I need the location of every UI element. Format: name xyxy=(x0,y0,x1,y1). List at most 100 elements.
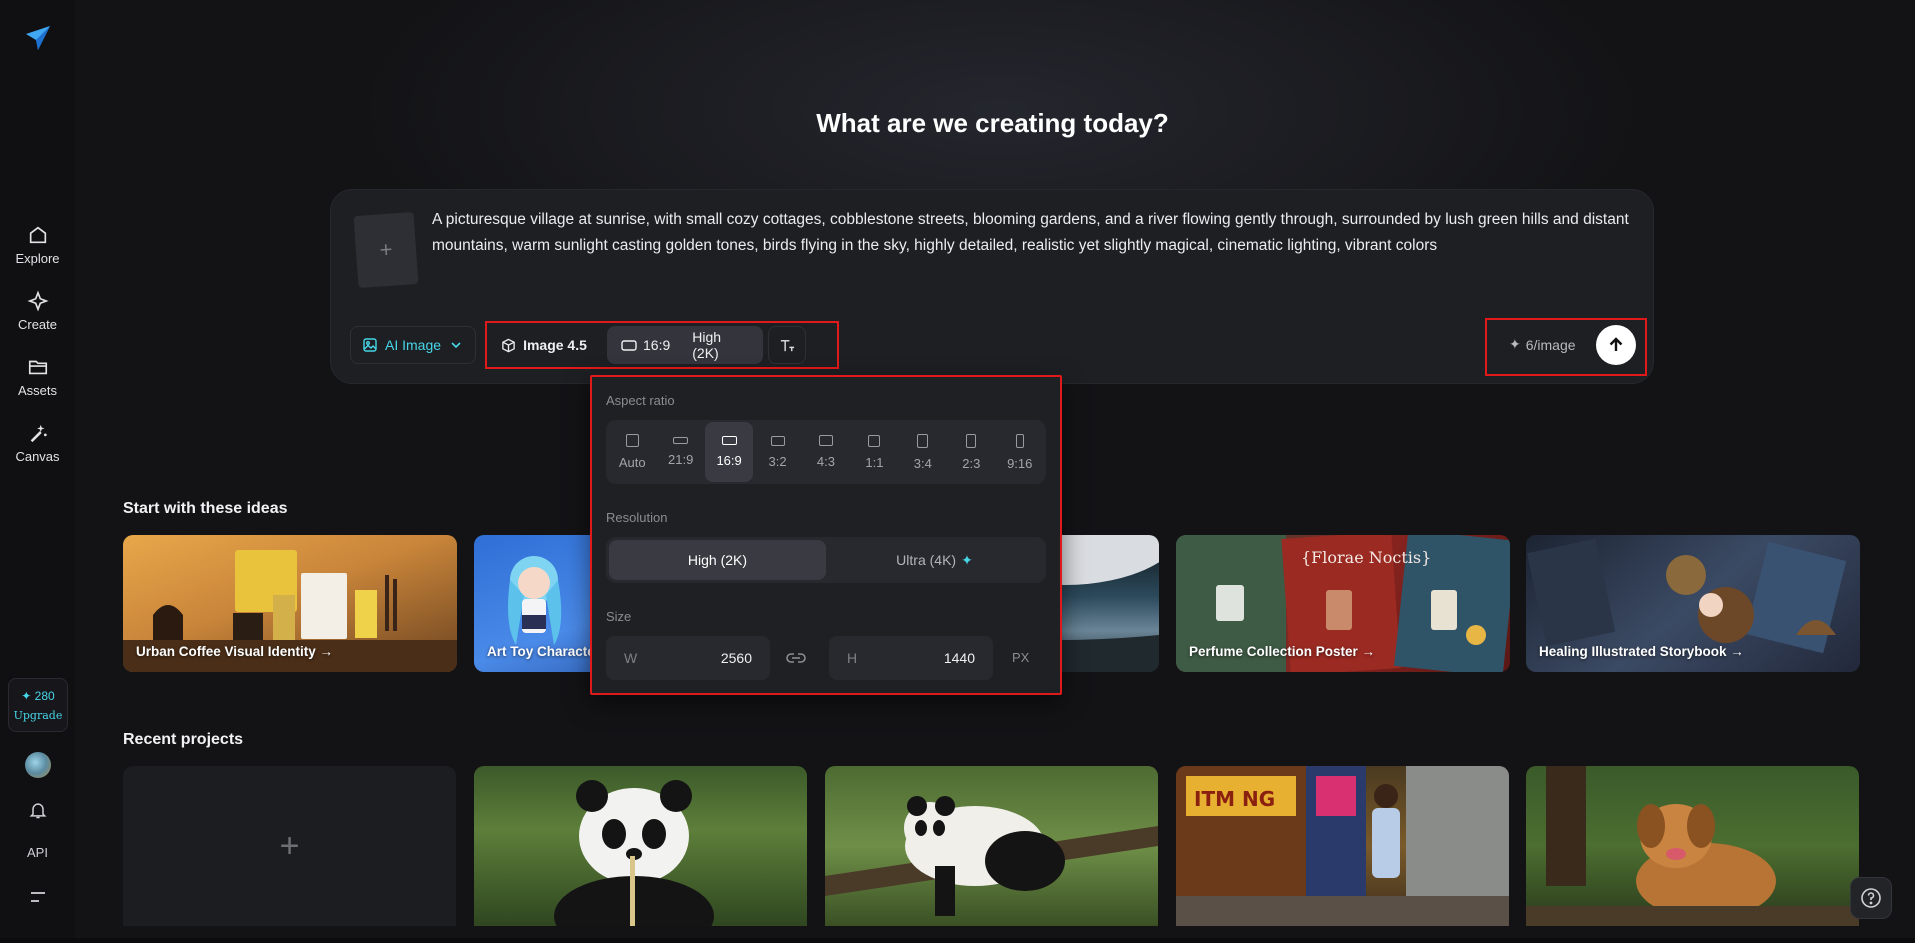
credits-count: ✦ 280 xyxy=(21,688,55,703)
menu-icon[interactable] xyxy=(28,888,48,906)
resolution-options: High (2K) Ultra (4K) ✦ xyxy=(606,537,1046,583)
arrow-up-icon xyxy=(1609,337,1623,351)
ratio-option-3-4[interactable]: 3:4 xyxy=(899,422,947,482)
ratio-icon xyxy=(621,339,637,351)
idea-card-storybook[interactable]: Healing Illustrated Storybook → xyxy=(1526,535,1860,672)
question-icon xyxy=(1861,888,1881,908)
magic-wand-icon xyxy=(30,424,47,443)
ratio-option-3-2[interactable]: 3:2 xyxy=(753,422,801,482)
height-value: 1440 xyxy=(943,650,975,666)
logo-icon[interactable] xyxy=(24,24,52,52)
plus-icon: + xyxy=(279,826,300,865)
city-street-image: ITM NG xyxy=(1176,766,1509,926)
help-button[interactable] xyxy=(1850,877,1892,919)
generate-button[interactable] xyxy=(1596,325,1636,365)
text-style-button[interactable] xyxy=(768,326,806,364)
link-icon[interactable] xyxy=(785,649,807,667)
sidebar-item-assets[interactable]: Assets xyxy=(0,344,75,410)
ratio-3-4-icon xyxy=(917,433,929,448)
sidebar-item-canvas[interactable]: Canvas xyxy=(0,410,75,476)
chevron-down-icon xyxy=(451,342,461,349)
ratio-indicator: 16:9 xyxy=(621,337,670,353)
prompt-input[interactable]: A picturesque village at sunrise, with s… xyxy=(432,207,1632,259)
credits-upgrade-box[interactable]: ✦ 280 Upgrade xyxy=(8,678,68,732)
model-selector[interactable]: Image 4.5 xyxy=(487,326,601,364)
mode-label: AI Image xyxy=(384,337,442,353)
ratio-option-4-3[interactable]: 4:3 xyxy=(802,422,850,482)
idea-card-label: Perfume Collection Poster → xyxy=(1189,644,1376,659)
upgrade-link[interactable]: Upgrade xyxy=(14,709,63,722)
text-size-icon xyxy=(780,339,794,351)
panda-on-branch-image xyxy=(825,796,1158,916)
resolution-indicator: High (2K) xyxy=(692,329,722,361)
ratio-resolution-popover: Aspect ratio Auto 21:9 16:9 3:2 4:3 1:1 … xyxy=(590,375,1062,695)
size-title: Size xyxy=(606,609,632,624)
mode-dropdown[interactable]: AI Image xyxy=(350,326,476,364)
ideas-section-title: Start with these ideas xyxy=(123,500,288,517)
ratio-option-1-1[interactable]: 1:1 xyxy=(850,422,898,482)
sparkle-icon: ✦ xyxy=(1509,336,1521,352)
recent-section-title: Recent projects xyxy=(123,731,244,748)
avatar[interactable] xyxy=(25,752,51,778)
aspect-ratio-options: Auto 21:9 16:9 3:2 4:3 1:1 3:4 2:3 9:16 xyxy=(606,420,1046,484)
width-field[interactable]: W 2560 xyxy=(606,636,770,680)
project-card[interactable]: ITM NG xyxy=(1176,766,1509,926)
ratio-21-9-icon xyxy=(673,437,689,444)
cost-per-image: ✦ 6/image xyxy=(1509,336,1576,353)
ratio-option-2-3[interactable]: 2:3 xyxy=(947,422,995,482)
dog-image xyxy=(1526,766,1859,926)
resolution-option-ultra[interactable]: Ultra (4K) ✦ xyxy=(826,540,1043,580)
sparkle-icon: ✦ xyxy=(961,551,973,568)
idea-card-perfume[interactable]: {Florae Noctis} Perfume Collection Poste… xyxy=(1176,535,1510,672)
svg-text:{Florae Noctis}: {Florae Noctis} xyxy=(1301,548,1431,567)
ratio-2-3-icon xyxy=(966,433,977,448)
idea-card-label: Healing Illustrated Storybook → xyxy=(1539,644,1744,659)
home-icon xyxy=(29,226,46,244)
bottom-bar xyxy=(0,938,1915,943)
ratio-1-1-icon xyxy=(868,434,881,447)
unit-label: PX xyxy=(1012,650,1030,665)
model-label: Image 4.5 xyxy=(523,337,587,353)
cube-icon xyxy=(502,338,515,352)
project-card[interactable] xyxy=(474,766,807,926)
sidebar-item-label: Canvas xyxy=(15,449,60,464)
height-label: H xyxy=(847,650,858,666)
idea-card-label: Urban Coffee Visual Identity → xyxy=(136,644,334,659)
width-value: 2560 xyxy=(720,650,752,666)
plus-icon: + xyxy=(378,236,394,263)
ratio-option-9-16[interactable]: 9:16 xyxy=(996,422,1044,482)
ratio-3-2-icon xyxy=(770,435,785,446)
auto-ratio-icon xyxy=(625,434,639,447)
idea-card-coffee[interactable]: Urban Coffee Visual Identity → xyxy=(123,535,457,672)
upload-image-button[interactable]: + xyxy=(353,211,419,289)
sidebar-item-explore[interactable]: Explore xyxy=(0,212,75,278)
idea-card-label: Art Toy Characte xyxy=(487,644,595,659)
sparkle-icon xyxy=(26,290,49,312)
sidebar-item-label: Assets xyxy=(17,383,57,398)
sidebar-nav: Explore Create Assets Canvas xyxy=(0,212,75,476)
ratio-option-auto[interactable]: Auto xyxy=(608,422,656,482)
page-title: What are we creating today? xyxy=(816,108,1169,138)
project-card[interactable] xyxy=(1526,766,1859,926)
sidebar-item-create[interactable]: Create xyxy=(0,278,75,344)
ratio-9-16-icon xyxy=(1015,433,1024,448)
project-card[interactable] xyxy=(825,766,1158,926)
folder-icon xyxy=(28,360,47,375)
resolution-option-high[interactable]: High (2K) xyxy=(609,540,826,580)
prompt-card: + A picturesque village at sunrise, with… xyxy=(330,189,1654,384)
new-project-card[interactable]: + xyxy=(123,766,456,926)
resolution-title: Resolution xyxy=(606,510,668,525)
sidebar: Explore Create Assets Canvas ✦ 280 Upgra… xyxy=(0,0,75,943)
aspect-ratio-title: Aspect ratio xyxy=(606,393,675,408)
ratio-option-16-9[interactable]: 16:9 xyxy=(704,422,754,482)
api-link[interactable]: API xyxy=(0,845,75,860)
ratio-16-9-icon xyxy=(721,436,737,445)
panda-image xyxy=(554,780,714,926)
image-icon xyxy=(363,338,377,352)
width-label: W xyxy=(624,650,638,666)
ratio-option-21-9[interactable]: 21:9 xyxy=(656,422,704,482)
ratio-resolution-button[interactable]: 16:9 High (2K) xyxy=(607,326,763,364)
ratio-4-3-icon xyxy=(818,435,833,446)
bell-icon[interactable] xyxy=(28,800,48,820)
height-field[interactable]: H 1440 xyxy=(829,636,993,680)
